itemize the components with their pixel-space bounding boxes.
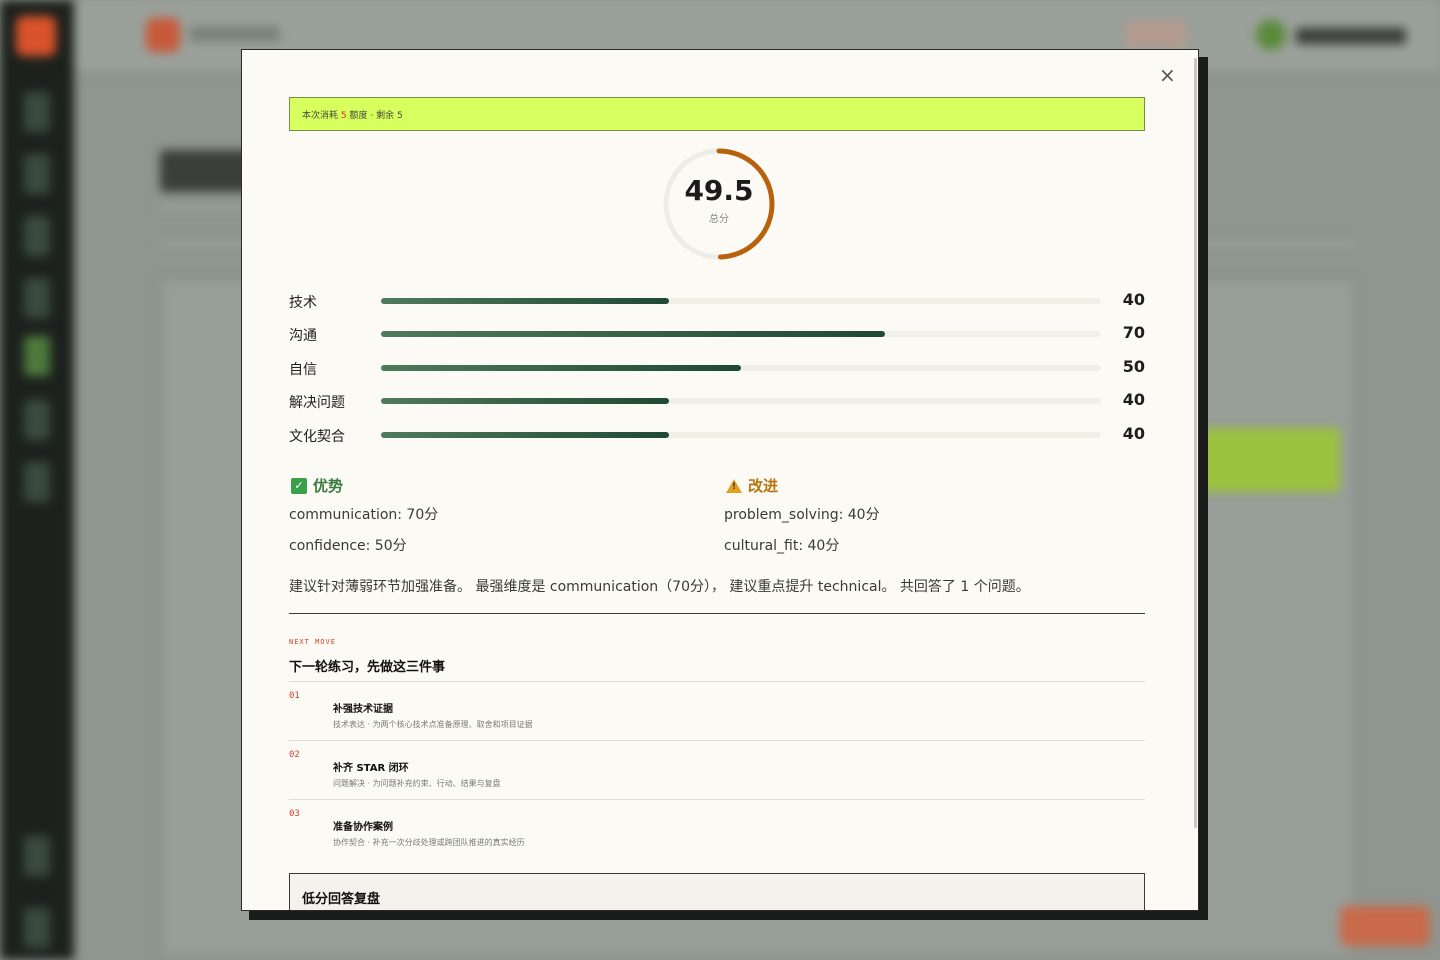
- low-score-review-card[interactable]: 低分回答复盘: [289, 873, 1145, 910]
- dimension-label: 沟通: [289, 328, 317, 344]
- sidebar-nav-item: [24, 836, 50, 876]
- total-score-value: 49.5: [684, 174, 754, 207]
- strength-item: confidence: 50分: [289, 538, 407, 554]
- sidebar-nav-item: [24, 278, 50, 318]
- floating-button: [1340, 906, 1430, 946]
- user-name: [1296, 28, 1406, 44]
- dimension-bar-fill: [381, 398, 669, 404]
- dimension-row: 解决问题 40: [289, 390, 1145, 414]
- strengths-title: 优势: [313, 477, 344, 495]
- dimension-bar-fill: [381, 365, 741, 371]
- dimension-row: 技术 40: [289, 290, 1145, 314]
- avatar: [1256, 20, 1286, 50]
- sidebar-nav-item: [24, 92, 50, 132]
- warning-icon: !: [726, 478, 742, 493]
- sidebar-nav-item: [24, 462, 50, 502]
- improvements-title: 改进: [748, 477, 779, 495]
- dimension-bar-track: [381, 298, 1101, 304]
- step-divider: [289, 740, 1145, 741]
- low-score-review-title: 低分回答复盘: [302, 892, 381, 907]
- dimension-bar-fill: [381, 331, 885, 337]
- section-divider: [289, 613, 1145, 614]
- quota-banner: 本次消耗 5 额度 · 剩余 5: [289, 97, 1145, 131]
- check-icon: ✓: [291, 477, 307, 494]
- dimension-value: 40: [1122, 290, 1145, 309]
- step-title: 补强技术证据: [333, 704, 393, 715]
- report-modal: × 本次消耗 5 额度 · 剩余 5 49.5 总分 技术 40 沟通 70 自信 50 解…: [241, 49, 1199, 911]
- dimension-label: 自信: [289, 362, 317, 378]
- sidebar-nav-item: [24, 154, 50, 194]
- total-score-label: 总分: [709, 214, 729, 225]
- sidebar-nav-item: [24, 216, 50, 256]
- sidebar-nav-item-active: [24, 336, 50, 376]
- sidebar-nav-item: [24, 908, 50, 948]
- total-score-ring: 49.5 总分: [661, 146, 777, 262]
- top-pill: [1126, 20, 1186, 48]
- sidebar: [0, 0, 74, 960]
- dimension-bar-track: [381, 432, 1101, 438]
- close-icon[interactable]: ×: [1159, 65, 1176, 85]
- dimension-row: 文化契合 40: [289, 424, 1145, 448]
- next-move-tag: NEXT MOVE: [289, 638, 336, 646]
- dimension-label: 文化契合: [289, 429, 345, 445]
- step-description: 问题解决 · 为问题补充约束、行动、结果与复盘: [333, 779, 501, 788]
- dimension-bar-track: [381, 331, 1101, 337]
- dimension-value: 40: [1122, 424, 1145, 443]
- dimension-row: 沟通 70: [289, 323, 1145, 347]
- dimension-value: 70: [1122, 323, 1145, 342]
- step-title: 补齐 STAR 闭环: [333, 763, 409, 774]
- step-number: 01: [289, 691, 300, 701]
- primary-action-button: [1200, 428, 1340, 492]
- step-number: 03: [289, 809, 300, 819]
- brand-text: [190, 26, 280, 42]
- app-logo: [16, 16, 56, 56]
- brand-icon: [146, 18, 180, 52]
- strength-item: communication: 70分: [289, 507, 439, 523]
- dimension-bar-track: [381, 398, 1101, 404]
- step-divider: [289, 799, 1145, 800]
- step-number: 02: [289, 750, 300, 760]
- next-move-title: 下一轮练习，先做这三件事: [289, 660, 446, 675]
- improvement-item: problem_solving: 40分: [724, 507, 880, 523]
- modal-scrollbar[interactable]: [1194, 58, 1197, 828]
- step-description: 协作契合 · 补充一次分歧处理或跨团队推进的真实经历: [333, 838, 525, 847]
- strengths-heading: ✓ 优势: [291, 475, 343, 496]
- dimension-bar-fill: [381, 298, 669, 304]
- step-description: 技术表达 · 为两个核心技术点准备原理、取舍和项目证据: [333, 720, 533, 729]
- quota-suffix: 额度 · 剩余 5: [349, 111, 403, 121]
- dimension-row: 自信 50: [289, 357, 1145, 381]
- next-move-divider: [289, 681, 1145, 682]
- dimension-value: 50: [1122, 357, 1145, 376]
- summary-text: 建议针对薄弱环节加强准备。 最强维度是 communication（70分）， …: [289, 579, 1030, 595]
- dimension-bar-fill: [381, 432, 669, 438]
- improvements-heading: ! 改进: [726, 475, 778, 496]
- dimension-value: 40: [1122, 390, 1145, 409]
- dimension-bar-track: [381, 365, 1101, 371]
- improvement-item: cultural_fit: 40分: [724, 538, 840, 554]
- dimension-label: 解决问题: [289, 395, 345, 411]
- quota-cost: 5: [340, 111, 347, 121]
- quota-prefix: 本次消耗: [302, 111, 339, 121]
- dimension-label: 技术: [289, 295, 317, 311]
- sidebar-nav-item: [24, 400, 50, 440]
- step-title: 准备协作案例: [333, 822, 393, 833]
